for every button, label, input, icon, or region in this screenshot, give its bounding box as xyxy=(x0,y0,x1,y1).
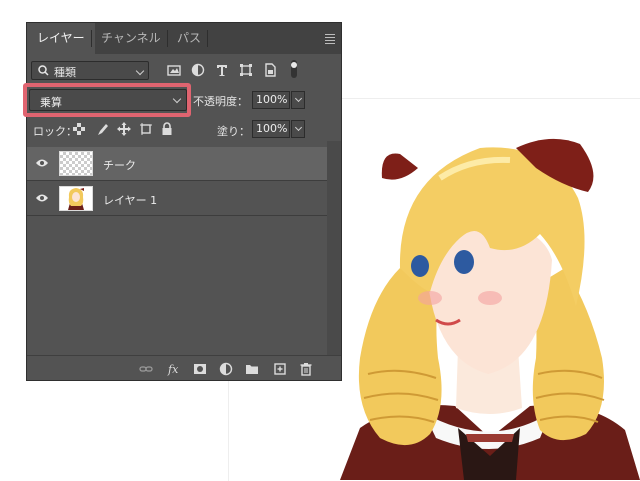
lock-transparent-icon[interactable] xyxy=(73,123,85,135)
opacity-label: 不透明度： xyxy=(193,95,248,108)
chevron-down-icon xyxy=(294,123,303,132)
blend-mode-highlight xyxy=(23,83,191,117)
layer-thumbnail xyxy=(59,151,93,176)
collar-ribbon xyxy=(466,434,514,442)
tab-paths[interactable]: パス xyxy=(167,23,211,54)
layer-row-layer-1[interactable]: レイヤー 1 xyxy=(27,182,327,216)
lock-image-icon[interactable] xyxy=(95,122,109,136)
tab-channels[interactable]: チャンネル xyxy=(91,23,171,54)
svg-text:fx: fx xyxy=(167,363,179,376)
search-icon xyxy=(38,65,49,76)
cheek-blush-right xyxy=(478,291,502,305)
layer-row-cheek[interactable]: チーク xyxy=(27,147,327,181)
right-eye xyxy=(454,250,474,274)
tab-divider xyxy=(207,30,208,47)
panel-tab-bar: レイヤー チャンネル パス xyxy=(27,23,341,54)
panel-menu-icon[interactable] xyxy=(325,34,335,46)
layer-mask-icon[interactable] xyxy=(193,362,207,376)
cheek-blush xyxy=(418,291,442,305)
link-layers-icon[interactable] xyxy=(139,362,153,376)
opacity-input[interactable]: 100% xyxy=(252,91,290,109)
chevron-down-icon xyxy=(294,94,303,103)
chevron-down-icon xyxy=(135,66,145,76)
left-eye xyxy=(411,255,429,277)
lock-artboard-icon[interactable] xyxy=(139,122,153,136)
thumbnail-illustration xyxy=(60,187,92,210)
opacity-dropdown[interactable] xyxy=(291,91,305,109)
lock-position-icon[interactable] xyxy=(117,122,131,136)
filter-toggle-icon[interactable] xyxy=(287,59,301,79)
fill-input[interactable]: 100% xyxy=(252,120,290,138)
layers-list: チーク レイヤー 1 xyxy=(27,141,327,355)
layers-panel: レイヤー チャンネル パス 種類 乗算 不透明度： 100% ロック： 塗り： … xyxy=(23,22,342,382)
new-group-icon[interactable] xyxy=(245,362,259,376)
anime-girl-illustration xyxy=(340,138,640,480)
visibility-eye-icon[interactable] xyxy=(35,158,49,168)
layer-thumbnail xyxy=(59,186,93,211)
panel-footer: fx xyxy=(27,355,341,382)
layer-name: チーク xyxy=(103,159,136,172)
layer-name: レイヤー 1 xyxy=(103,194,158,207)
visibility-eye-icon[interactable] xyxy=(35,193,49,203)
tab-layers[interactable]: レイヤー xyxy=(27,23,95,54)
fill-dropdown[interactable] xyxy=(291,120,305,138)
ribbon-left xyxy=(381,153,418,180)
filter-kind-select[interactable]: 種類 xyxy=(31,61,149,80)
fill-label: 塗り： xyxy=(217,125,250,138)
smart-object-filter-icon[interactable] xyxy=(263,63,277,77)
fx-icon[interactable]: fx xyxy=(167,362,181,376)
adjustment-layer-icon[interactable] xyxy=(219,362,233,376)
lock-all-icon[interactable] xyxy=(161,122,173,136)
trash-icon[interactable] xyxy=(299,362,313,376)
shape-filter-icon[interactable] xyxy=(239,63,253,77)
type-filter-icon[interactable] xyxy=(215,63,229,77)
layers-scrollbar[interactable] xyxy=(327,141,341,355)
image-filter-icon[interactable] xyxy=(167,63,181,77)
lock-label: ロック： xyxy=(33,125,77,138)
adjustment-filter-icon[interactable] xyxy=(191,63,205,77)
filter-kind-label: 種類 xyxy=(54,66,76,79)
new-layer-icon[interactable] xyxy=(273,362,287,376)
